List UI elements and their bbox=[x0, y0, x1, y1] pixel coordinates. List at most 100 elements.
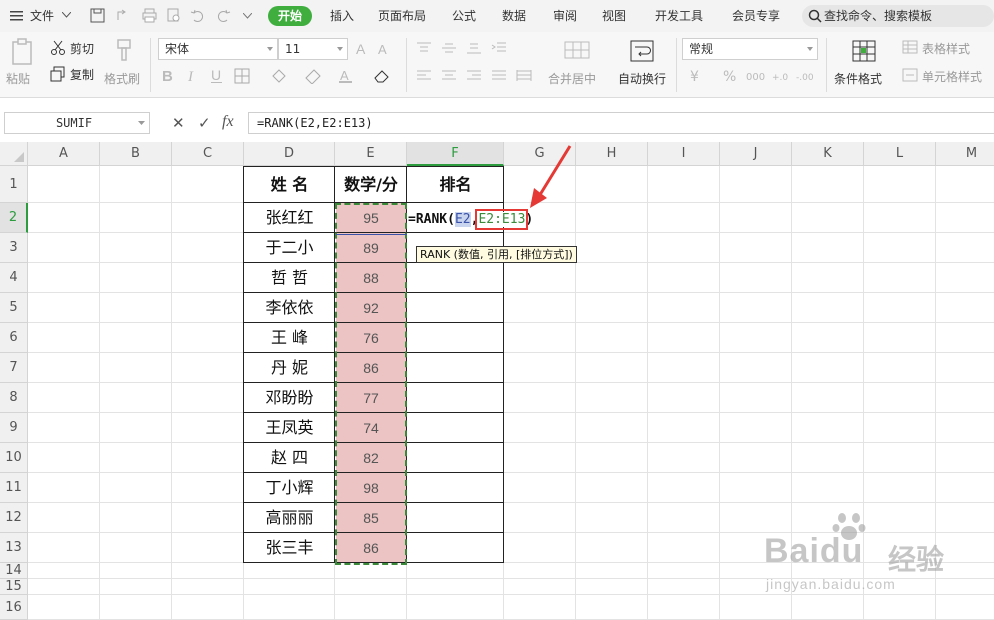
conditional-format-icon[interactable] bbox=[852, 40, 876, 62]
row-header-5[interactable]: 5 bbox=[0, 293, 28, 323]
hamburger-menu-icon[interactable] bbox=[10, 9, 24, 23]
row-header-6[interactable]: 6 bbox=[0, 323, 28, 353]
rank-cell[interactable] bbox=[407, 293, 504, 323]
chevron-down-icon[interactable] bbox=[62, 12, 71, 18]
font-size-select[interactable]: 11 bbox=[278, 38, 348, 60]
column-header-f[interactable]: F bbox=[407, 142, 504, 166]
header-cell-name[interactable]: 姓 名 bbox=[244, 166, 335, 203]
row-header-4[interactable]: 4 bbox=[0, 263, 28, 293]
borders-icon[interactable] bbox=[234, 68, 250, 84]
table-style-icon[interactable] bbox=[902, 40, 918, 54]
decrease-font-icon[interactable]: A bbox=[378, 41, 394, 57]
student-name-cell[interactable]: 王凤英 bbox=[244, 413, 335, 443]
column-header-d[interactable]: D bbox=[244, 142, 335, 166]
cancel-icon[interactable]: ✕ bbox=[172, 114, 185, 132]
tab-home[interactable]: 开始 bbox=[268, 6, 312, 26]
insert-function-icon[interactable]: fx bbox=[222, 113, 234, 131]
tab-review[interactable]: 审阅 bbox=[553, 8, 577, 24]
formula-input[interactable]: =RANK(E2,E2:E13) bbox=[248, 112, 994, 134]
column-header-i[interactable]: I bbox=[648, 142, 720, 166]
rank-cell[interactable] bbox=[407, 503, 504, 533]
distributed-icon[interactable] bbox=[516, 69, 532, 83]
copy-button[interactable]: 复制 bbox=[70, 68, 94, 82]
row-header-11[interactable]: 11 bbox=[0, 473, 28, 503]
justify-icon[interactable] bbox=[491, 69, 507, 83]
row-header-16[interactable]: 16 bbox=[0, 595, 28, 620]
student-name-cell[interactable]: 高丽丽 bbox=[244, 503, 335, 533]
rank-cell[interactable] bbox=[407, 323, 504, 353]
align-right-icon[interactable] bbox=[466, 69, 482, 83]
select-all-triangle-icon[interactable] bbox=[14, 152, 24, 162]
tab-view[interactable]: 视图 bbox=[602, 8, 626, 24]
tab-formulas[interactable]: 公式 bbox=[452, 8, 476, 24]
rank-cell[interactable] bbox=[407, 473, 504, 503]
column-header-e[interactable]: E bbox=[335, 142, 407, 166]
student-name-cell[interactable]: 丹 妮 bbox=[244, 353, 335, 383]
tab-page-layout[interactable]: 页面布局 bbox=[378, 8, 426, 24]
increase-font-icon[interactable]: A bbox=[356, 41, 372, 57]
font-color-icon[interactable]: A bbox=[338, 68, 354, 84]
scissors-icon[interactable] bbox=[50, 40, 66, 56]
indent-icon[interactable] bbox=[491, 41, 507, 55]
column-header-k[interactable]: K bbox=[792, 142, 864, 166]
paste-icon[interactable] bbox=[10, 38, 36, 66]
wrap-text-icon[interactable] bbox=[630, 40, 654, 62]
fill-color-icon[interactable] bbox=[270, 68, 288, 84]
student-name-cell[interactable]: 于二小 bbox=[244, 233, 335, 263]
table-style-button[interactable]: 表格样式 bbox=[922, 42, 970, 56]
increase-decimal-icon[interactable]: +.0 bbox=[772, 68, 792, 84]
italic-icon[interactable]: I bbox=[186, 68, 200, 84]
column-header-m[interactable]: M bbox=[936, 142, 994, 166]
export-icon[interactable] bbox=[116, 8, 131, 23]
percent-icon[interactable]: % bbox=[722, 68, 738, 84]
row-header-8[interactable]: 8 bbox=[0, 383, 28, 413]
column-header-j[interactable]: J bbox=[720, 142, 792, 166]
column-header-l[interactable]: L bbox=[864, 142, 936, 166]
rank-cell[interactable] bbox=[407, 353, 504, 383]
column-header-b[interactable]: B bbox=[100, 142, 172, 166]
confirm-icon[interactable]: ✓ bbox=[198, 114, 211, 132]
command-search[interactable]: 查找命令、搜索模板 bbox=[802, 5, 994, 27]
cell-style-icon[interactable] bbox=[902, 68, 918, 82]
in-cell-formula[interactable]: =RANK(E2,E2:E13) bbox=[408, 209, 533, 230]
name-box[interactable]: SUMIF bbox=[4, 112, 150, 134]
row-header-3[interactable]: 3 bbox=[0, 233, 28, 263]
student-name-cell[interactable]: 哲 哲 bbox=[244, 263, 335, 293]
save-icon[interactable] bbox=[90, 8, 105, 23]
student-name-cell[interactable]: 李依依 bbox=[244, 293, 335, 323]
student-name-cell[interactable]: 赵 四 bbox=[244, 443, 335, 473]
eraser-icon[interactable] bbox=[372, 68, 390, 84]
student-name-cell[interactable]: 丁小辉 bbox=[244, 473, 335, 503]
align-top-icon[interactable] bbox=[416, 41, 432, 55]
highlight-icon[interactable] bbox=[304, 68, 322, 84]
row-header-7[interactable]: 7 bbox=[0, 353, 28, 383]
row-header-2[interactable]: 2 bbox=[0, 203, 28, 233]
merge-center-button[interactable]: 合并居中 bbox=[548, 72, 596, 86]
row-header-14[interactable]: 14 bbox=[0, 563, 28, 579]
conditional-format-button[interactable]: 条件格式 bbox=[834, 72, 882, 86]
row-header-9[interactable]: 9 bbox=[0, 413, 28, 443]
merge-center-icon[interactable] bbox=[564, 40, 590, 60]
cut-button[interactable]: 剪切 bbox=[70, 42, 94, 56]
row-header-15[interactable]: 15 bbox=[0, 579, 28, 595]
undo-icon[interactable] bbox=[190, 8, 205, 23]
format-painter-button[interactable]: 格式刷 bbox=[104, 72, 140, 86]
rank-cell[interactable] bbox=[407, 263, 504, 293]
column-header-h[interactable]: H bbox=[576, 142, 648, 166]
row-header-10[interactable]: 10 bbox=[0, 443, 28, 473]
cell-style-button[interactable]: 单元格样式 bbox=[922, 70, 982, 84]
header-cell-rank[interactable]: 排名 bbox=[407, 166, 504, 203]
header-cell-score[interactable]: 数学/分 bbox=[335, 166, 407, 203]
number-format-select[interactable]: 常规 bbox=[682, 38, 818, 60]
row-header-12[interactable]: 12 bbox=[0, 503, 28, 533]
print-icon[interactable] bbox=[142, 8, 157, 23]
row-header-13[interactable]: 13 bbox=[0, 533, 28, 563]
column-header-c[interactable]: C bbox=[172, 142, 244, 166]
student-name-cell[interactable]: 张三丰 bbox=[244, 533, 335, 563]
align-bottom-icon[interactable] bbox=[466, 41, 482, 55]
student-name-cell[interactable]: 张红红 bbox=[244, 203, 335, 233]
chevron-down-icon[interactable] bbox=[243, 13, 252, 19]
print-preview-icon[interactable] bbox=[166, 8, 181, 23]
rank-cell[interactable] bbox=[407, 413, 504, 443]
font-name-select[interactable]: 宋体 bbox=[158, 38, 278, 60]
